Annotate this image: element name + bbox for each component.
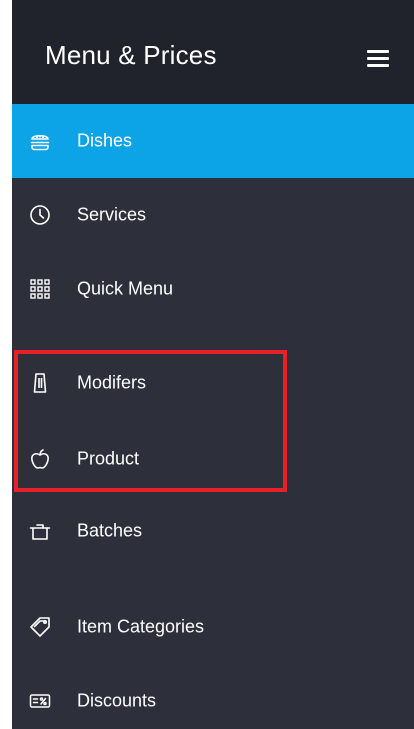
sidebar-item-label: Product xyxy=(77,448,140,469)
pot-icon xyxy=(29,520,51,542)
sidebar-header: Menu & Prices xyxy=(12,0,414,104)
tag-icon xyxy=(29,616,51,638)
hamburger-icon[interactable] xyxy=(367,50,389,68)
sidebar-item-label: Batches xyxy=(77,520,143,541)
shaker-icon xyxy=(29,372,51,394)
sidebar-item-label: Dishes xyxy=(77,130,133,151)
sidebar-item-dishes[interactable]: Dishes xyxy=(12,104,414,178)
sidebar-item-item-categories[interactable]: Item Categories xyxy=(12,590,414,664)
sidebar-item-services[interactable]: Services xyxy=(12,178,414,252)
apple-icon xyxy=(29,448,51,470)
grid-icon xyxy=(29,278,51,300)
page-title: Menu & Prices xyxy=(45,40,217,70)
sidebar-item-label: Quick Menu xyxy=(77,278,174,299)
sidebar-item-label: Discounts xyxy=(77,690,157,711)
clock-icon xyxy=(29,204,51,226)
sidebar-item-quick-menu[interactable]: Quick Menu xyxy=(12,252,414,326)
sidebar-item-label: Item Categories xyxy=(77,616,205,637)
sidebar-item-modifers[interactable]: Modifers xyxy=(12,346,414,420)
sidebar-item-discounts[interactable]: Discounts xyxy=(12,664,414,729)
sidebar-panel: Menu & Prices Dishes Services Quick Menu… xyxy=(12,0,414,729)
burger-icon xyxy=(29,130,51,152)
sidebar-item-label: Modifers xyxy=(77,372,147,393)
sidebar-item-product[interactable]: Product xyxy=(12,422,414,496)
discount-icon xyxy=(29,690,51,712)
sidebar-item-batches[interactable]: Batches xyxy=(12,494,414,568)
sidebar-item-label: Services xyxy=(77,204,147,225)
